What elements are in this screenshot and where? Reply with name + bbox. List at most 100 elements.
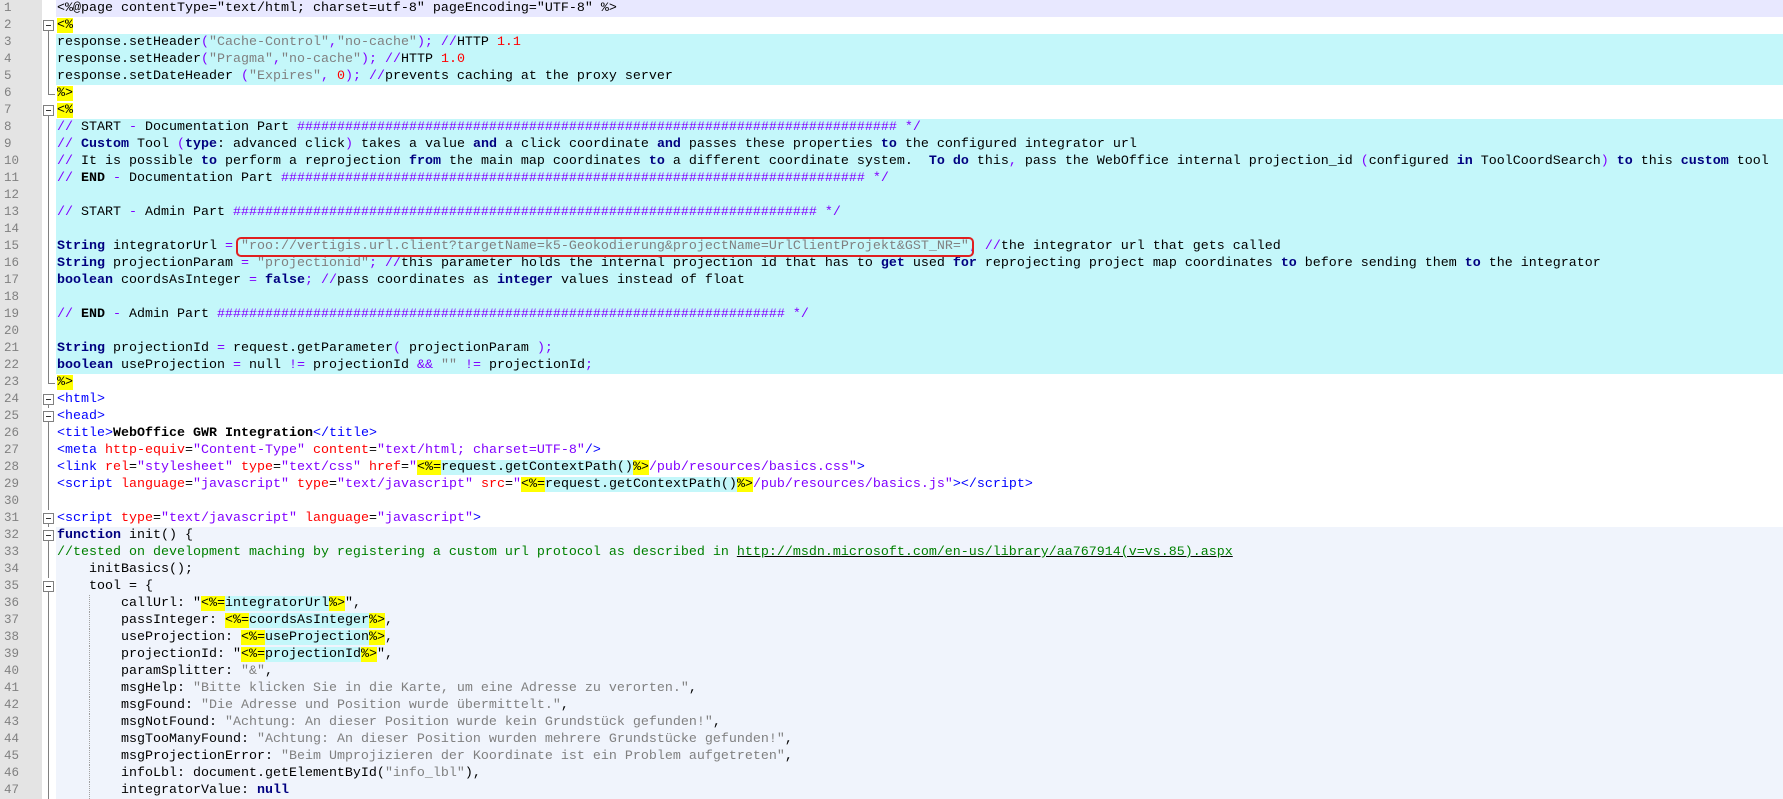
code-text[interactable]: callUrl: "<%=integratorUrl%>", (56, 595, 1783, 612)
code-line[interactable]: 4 response.setHeader("Pragma","no-cache")… (0, 51, 1783, 68)
code-text[interactable] (56, 221, 1783, 238)
code-text[interactable]: <% (56, 102, 1783, 119)
code-line[interactable]: 28 <link rel="stylesheet" type="text/css"… (0, 459, 1783, 476)
code-text[interactable]: boolean useProjection = null != projecti… (56, 357, 1783, 374)
code-text[interactable]: paramSplitter: "&", (56, 663, 1783, 680)
code-line[interactable]: 47 integratorValue: null (0, 782, 1783, 799)
code-line[interactable]: 25 <head> (0, 408, 1783, 425)
code-text[interactable]: <script type="text/javascript" language=… (56, 510, 1783, 527)
code-text[interactable]: response.setHeader("Cache-Control","no-c… (56, 34, 1783, 51)
code-line[interactable]: 3 response.setHeader("Cache-Control","no-… (0, 34, 1783, 51)
line-number: 26 (0, 425, 42, 442)
fold-line (48, 238, 49, 255)
code-line[interactable]: 12 (0, 187, 1783, 204)
code-line[interactable]: 22 boolean useProjection = null != projec… (0, 357, 1783, 374)
code-line[interactable]: 19 // END - Admin Part ##################… (0, 306, 1783, 323)
code-text[interactable]: <%@page contentType="text/html; charset=… (56, 0, 1783, 17)
code-text[interactable]: //tested on development maching by regis… (56, 544, 1783, 561)
code-text[interactable]: tool = { (56, 578, 1783, 595)
code-text[interactable]: useProjection: <%=useProjection%>, (56, 629, 1783, 646)
code-line[interactable]: 27 <meta http-equiv="Content-Type" conten… (0, 442, 1783, 459)
code-text[interactable]: response.setHeader("Pragma","no-cache");… (56, 51, 1783, 68)
code-text[interactable]: <title>WebOffice GWR Integration</title> (56, 425, 1783, 442)
code-line[interactable]: 1 <%@page contentType="text/html; charset… (0, 0, 1783, 17)
code-line[interactable]: 16 String projectionParam = "projectionid… (0, 255, 1783, 272)
code-text[interactable]: String projectionId = request.getParamet… (56, 340, 1783, 357)
code-line[interactable]: 26 <title>WebOffice GWR Integration</titl… (0, 425, 1783, 442)
code-line[interactable]: 44 msgTooManyFound: "Achtung: An dieser … (0, 731, 1783, 748)
code-text[interactable]: // END - Documentation Part ############… (56, 170, 1783, 187)
code-line[interactable]: 6 %> (0, 85, 1783, 102)
code-text[interactable]: String integratorUrl = "roo://vertigis.u… (56, 238, 1783, 255)
code-text[interactable]: boolean coordsAsInteger = false; //pass … (56, 272, 1783, 289)
code-line[interactable]: 21 String projectionId = request.getParam… (0, 340, 1783, 357)
code-line[interactable]: 23 %> (0, 374, 1783, 391)
code-line[interactable]: 10 // It is possible to perform a reproje… (0, 153, 1783, 170)
code-line[interactable]: 42 msgFound: "Die Adresse und Position w… (0, 697, 1783, 714)
code-line[interactable]: 8 // START - Documentation Part #########… (0, 119, 1783, 136)
code-text[interactable]: function init() { (56, 527, 1783, 544)
code-text[interactable] (56, 289, 1783, 306)
code-text[interactable]: %> (56, 374, 1783, 391)
code-line[interactable]: 31 <script type="text/javascript" languag… (0, 510, 1783, 527)
code-line[interactable]: 2 <% (0, 17, 1783, 34)
code-text[interactable]: // It is possible to perform a reproject… (56, 153, 1783, 170)
code-text[interactable]: %> (56, 85, 1783, 102)
code-token: "Achtung: An dieser Position wurde kein … (224, 715, 713, 730)
code-line[interactable]: 5 response.setDateHeader ("Expires", 0); … (0, 68, 1783, 85)
code-line[interactable]: 17 boolean coordsAsInteger = false; //pas… (0, 272, 1783, 289)
code-text[interactable]: msgProjectionError: "Beim Umprojizieren … (56, 748, 1783, 765)
code-line[interactable]: 36 callUrl: "<%=integratorUrl%>", (0, 595, 1783, 612)
code-line[interactable]: 7 <% (0, 102, 1783, 119)
code-line[interactable]: 41 msgHelp: "Bitte klicken Sie in die Ka… (0, 680, 1783, 697)
code-line[interactable]: 40 paramSplitter: "&", (0, 663, 1783, 680)
code-text[interactable]: response.setDateHeader ("Expires", 0); /… (56, 68, 1783, 85)
code-line[interactable]: 14 (0, 221, 1783, 238)
code-text[interactable]: passInteger: <%=coordsAsInteger%>, (56, 612, 1783, 629)
code-text[interactable] (56, 187, 1783, 204)
code-text[interactable]: <link rel="stylesheet" type="text/css" h… (56, 459, 1783, 476)
code-line[interactable]: 45 msgProjectionError: "Beim Umprojizier… (0, 748, 1783, 765)
code-text[interactable]: integratorValue: null (56, 782, 1783, 799)
code-text[interactable]: <html> (56, 391, 1783, 408)
code-line[interactable]: 30 (0, 493, 1783, 510)
code-text[interactable]: infoLbl: document.getElementById("info_l… (56, 765, 1783, 782)
code-line[interactable]: 11 // END - Documentation Part ##########… (0, 170, 1783, 187)
code-text[interactable]: msgTooManyFound: "Achtung: An dieser Pos… (56, 731, 1783, 748)
code-text[interactable]: // START - Admin Part ##################… (56, 204, 1783, 221)
code-token: " (408, 460, 417, 475)
code-text[interactable]: // END - Admin Part ####################… (56, 306, 1783, 323)
code-line[interactable]: 24 <html> (0, 391, 1783, 408)
code-text[interactable]: <head> (56, 408, 1783, 425)
code-text[interactable]: projectionId: "<%=projectionId%>", (56, 646, 1783, 663)
code-line[interactable]: 37 passInteger: <%=coordsAsInteger%>, (0, 612, 1783, 629)
code-line[interactable]: 39 projectionId: "<%=projectionId%>", (0, 646, 1783, 663)
code-token: <title> (57, 426, 113, 441)
code-text[interactable]: // START - Documentation Part ##########… (56, 119, 1783, 136)
code-line[interactable]: 20 (0, 323, 1783, 340)
code-line[interactable]: 13 // START - Admin Part ################… (0, 204, 1783, 221)
code-line[interactable]: 43 msgNotFound: "Achtung: An dieser Posi… (0, 714, 1783, 731)
code-line[interactable]: 34 initBasics(); (0, 561, 1783, 578)
code-text[interactable] (56, 493, 1783, 510)
code-line[interactable]: 18 (0, 289, 1783, 306)
code-line[interactable]: 32 function init() { (0, 527, 1783, 544)
code-text[interactable]: <% (56, 17, 1783, 34)
code-text[interactable]: <meta http-equiv="Content-Type" content=… (56, 442, 1783, 459)
code-text[interactable]: msgFound: "Die Adresse und Position wurd… (56, 697, 1783, 714)
code-line[interactable]: 46 infoLbl: document.getElementById("inf… (0, 765, 1783, 782)
code-line[interactable]: 38 useProjection: <%=useProjection%>, (0, 629, 1783, 646)
code-text[interactable]: // Custom Tool (type: advanced click) ta… (56, 136, 1783, 153)
code-line[interactable]: 35 tool = { (0, 578, 1783, 595)
code-line[interactable]: 29 <script language="javascript" type="te… (0, 476, 1783, 493)
code-text[interactable] (56, 323, 1783, 340)
code-text[interactable]: msgNotFound: "Achtung: An dieser Positio… (56, 714, 1783, 731)
code-line[interactable]: 33 //tested on development maching by reg… (0, 544, 1783, 561)
code-text[interactable]: <script language="javascript" type="text… (56, 476, 1783, 493)
code-line[interactable]: 15 String integratorUrl = "roo://vertigis… (0, 238, 1783, 255)
code-text[interactable]: msgHelp: "Bitte klicken Sie in die Karte… (56, 680, 1783, 697)
code-line[interactable]: 9 // Custom Tool (type: advanced click) t… (0, 136, 1783, 153)
code-text[interactable]: initBasics(); (56, 561, 1783, 578)
code-text[interactable]: String projectionParam = "projectionid";… (56, 255, 1783, 272)
code-editor[interactable]: 1 <%@page contentType="text/html; charset… (0, 0, 1783, 799)
